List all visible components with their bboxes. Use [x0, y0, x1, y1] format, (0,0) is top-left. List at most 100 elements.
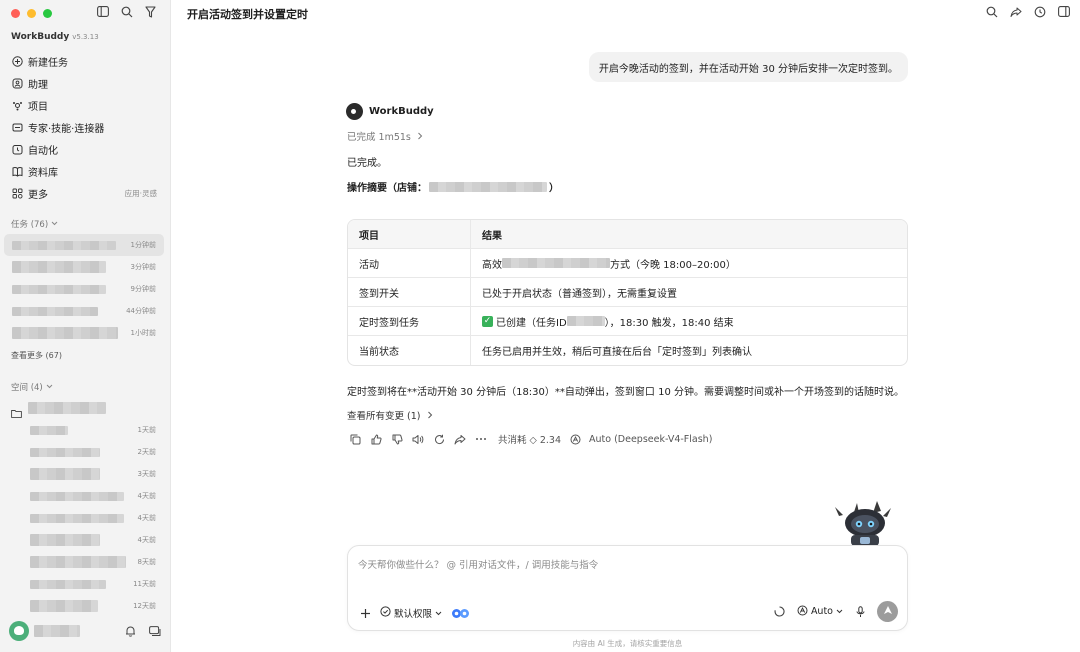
loading-spinner-icon: [773, 605, 787, 619]
redacted-task-title: [12, 261, 106, 273]
clock-icon: [11, 143, 23, 155]
chevron-down-icon: [435, 608, 442, 619]
space-time: 4天前: [137, 514, 156, 522]
microphone-icon[interactable]: [853, 605, 867, 619]
chevron-right-icon: [414, 132, 423, 143]
add-attachment-icon[interactable]: [358, 606, 372, 620]
filter-icon[interactable]: [144, 5, 157, 18]
search-icon[interactable]: [985, 5, 998, 18]
summary-heading: 操作摘要（店铺： ）: [347, 179, 559, 194]
space-item[interactable]: 4天前: [4, 529, 164, 551]
table-header-row: 项目 结果: [348, 220, 907, 249]
table-cell-result: 高效 方式（今晚 18:00–20:00）: [471, 249, 907, 278]
redacted-task-title: [12, 306, 98, 316]
redacted-space-title: [28, 402, 106, 414]
bell-icon[interactable]: [124, 625, 137, 638]
forward-icon[interactable]: [453, 432, 467, 446]
sidebar-toggle-icon[interactable]: [96, 5, 109, 18]
sidebar-item-label: 资料库: [28, 167, 58, 179]
space-item[interactable]: 4天前: [4, 507, 164, 529]
task-item[interactable]: 9分钟前: [4, 278, 164, 300]
redacted-task-title: [12, 240, 116, 250]
message-actions: 共消耗 ◇ 2.34 Auto (Deepseek-V4-Flash): [348, 432, 712, 446]
permission-label: 默认权限: [394, 609, 433, 620]
regenerate-icon[interactable]: [432, 432, 446, 446]
sidebar-item-projects[interactable]: 项目: [0, 94, 171, 116]
assistant-name: WorkBuddy: [369, 106, 434, 117]
space-item[interactable]: 1天前: [4, 419, 164, 441]
result-text: 方式（今晚 18:00–20:00）: [610, 259, 736, 271]
sidebar-item-experts[interactable]: 专家·技能·连接器: [0, 116, 171, 138]
space-item[interactable]: 11天前: [4, 573, 164, 595]
send-button[interactable]: [877, 601, 898, 622]
message-icon[interactable]: [148, 625, 161, 638]
see-more-tasks-link[interactable]: 查看更多 (67): [11, 350, 62, 361]
spaces-section-toggle[interactable]: 空间 (4): [11, 381, 53, 393]
sidebar-item-new-task[interactable]: 新建任务: [0, 50, 171, 72]
space-item[interactable]: 8天前: [4, 551, 164, 573]
book-icon: [11, 165, 23, 177]
sidebar-item-assistant[interactable]: 助理: [0, 72, 171, 94]
space-time: 2天前: [137, 448, 156, 456]
zoom-window-button[interactable]: [43, 9, 52, 18]
response-paragraph: 定时签到将在**活动开始 30 分钟后（18:30）**自动弹出，签到窗口 10…: [347, 387, 904, 398]
mode-label: Auto: [810, 606, 833, 617]
plus-circle-icon: [11, 55, 23, 67]
space-header[interactable]: [4, 397, 164, 419]
table-header-cell: 项目: [348, 220, 471, 249]
history-icon[interactable]: [1033, 5, 1046, 18]
close-window-button[interactable]: [11, 9, 20, 18]
sidebar-item-library[interactable]: 资料库: [0, 160, 171, 182]
result-text: 高效: [482, 259, 502, 271]
sidebar-item-automation[interactable]: 自动化: [0, 138, 171, 160]
composer-input[interactable]: 今天帮你做些什么？ @ 引用对话文件，/ 调用技能与指令: [358, 557, 598, 571]
copy-icon[interactable]: [348, 432, 362, 446]
thumbs-down-icon[interactable]: [390, 432, 404, 446]
table-row: 活动 高效 方式（今晚 18:00–20:00）: [348, 249, 907, 278]
mascot-image: [835, 501, 891, 546]
model-icon: [568, 432, 582, 446]
more-extra-label: 应用·灵感: [124, 188, 157, 198]
permission-dropdown[interactable]: 默认权限: [380, 606, 442, 620]
task-item[interactable]: 3分钟前: [4, 256, 164, 278]
sidebar-item-label: 项目: [28, 101, 48, 113]
check-mark-icon: ✓: [482, 315, 493, 327]
page-title: 开启活动签到并设置定时: [187, 8, 308, 21]
task-time: 44分钟前: [126, 307, 156, 315]
completion-status-toggle[interactable]: 已完成 1m51s: [347, 129, 423, 143]
tasks-section-toggle[interactable]: 任务 (76): [11, 218, 58, 230]
task-item[interactable]: 1分钟前: [4, 234, 164, 256]
space-item[interactable]: 2天前: [4, 441, 164, 463]
redacted-text: [502, 258, 610, 268]
space-item[interactable]: 12天前: [4, 595, 164, 617]
sidebar-item-more[interactable]: 更多 应用·灵感: [0, 182, 171, 204]
panel-toggle-icon[interactable]: [1057, 5, 1070, 18]
message-composer: 今天帮你做些什么？ @ 引用对话文件，/ 调用技能与指令 默认权限 Auto: [347, 545, 908, 631]
redacted-space-title: [30, 556, 126, 568]
space-item[interactable]: 3天前: [4, 463, 164, 485]
speaker-icon[interactable]: [411, 432, 425, 446]
window-controls: [11, 9, 52, 18]
avatar[interactable]: [9, 621, 29, 641]
sidebar-item-label: 专家·技能·连接器: [28, 123, 105, 135]
composer-right-tools: Auto: [773, 601, 898, 622]
table-header-cell: 结果: [471, 220, 907, 249]
chevron-right-icon: [424, 411, 433, 422]
mode-dropdown[interactable]: Auto: [797, 605, 843, 619]
thumbs-up-icon[interactable]: [369, 432, 383, 446]
view-changes-link[interactable]: 查看所有变更 (1): [347, 408, 433, 422]
task-item[interactable]: 44分钟前: [4, 300, 164, 322]
top-toolbar: [985, 5, 1070, 18]
more-options-icon[interactable]: [474, 432, 488, 446]
grid-icon: [11, 187, 23, 199]
space-item[interactable]: 4天前: [4, 485, 164, 507]
minimize-window-button[interactable]: [27, 9, 36, 18]
search-icon[interactable]: [120, 5, 133, 18]
plugin-icon[interactable]: [450, 606, 472, 620]
task-item[interactable]: 1小时前: [4, 322, 164, 344]
expert-icon: [11, 121, 23, 133]
chevron-down-icon: [46, 382, 53, 392]
share-icon[interactable]: [1009, 5, 1022, 18]
result-text: ），18:30 触发，18:40 结束: [604, 317, 734, 329]
task-list: 1分钟前 3分钟前 9分钟前 44分钟前 1小时前: [4, 234, 164, 344]
